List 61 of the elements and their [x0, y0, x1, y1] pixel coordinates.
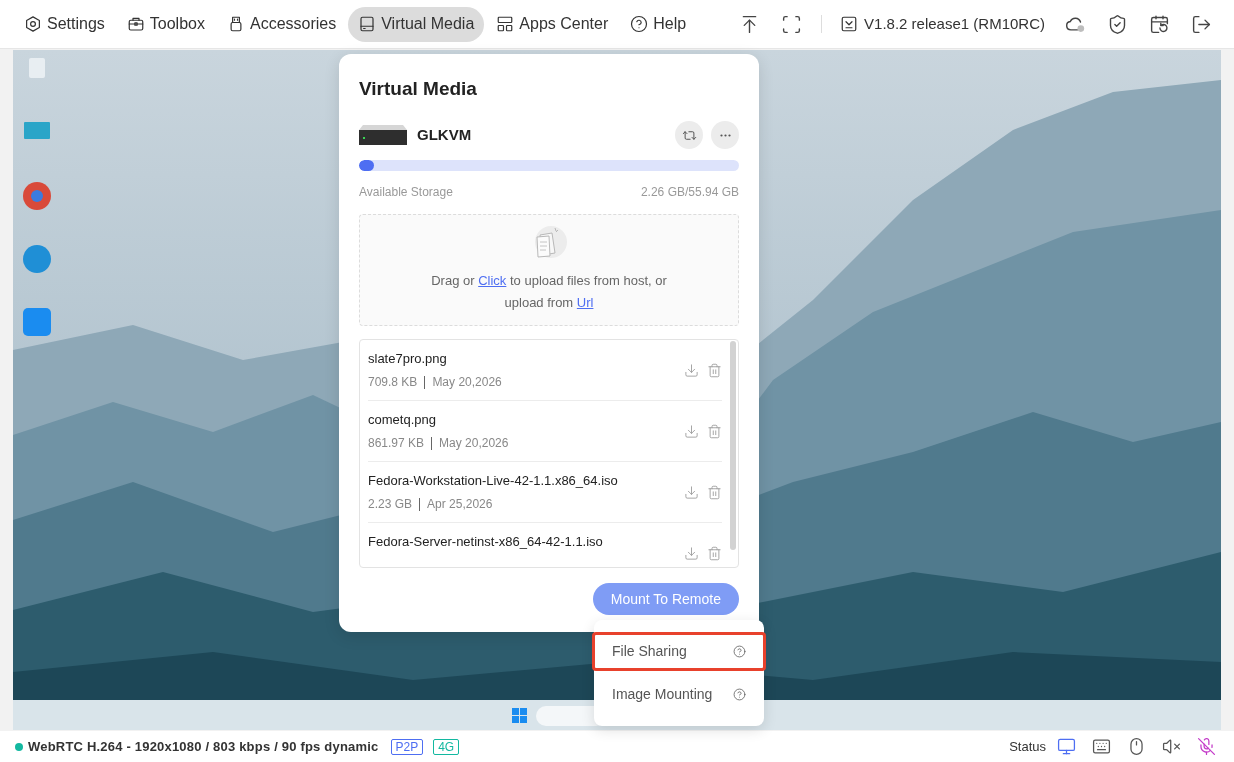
- fullscreen-icon[interactable]: [781, 13, 803, 35]
- speaker-muted-icon[interactable]: [1162, 737, 1181, 756]
- cloud-status-icon[interactable]: [1064, 14, 1086, 34]
- keyboard-icon[interactable]: [1092, 737, 1111, 756]
- connection-tag: 4G: [433, 738, 460, 755]
- file-date: May 20,2026: [439, 435, 509, 451]
- file-size: 861.97 KB: [368, 435, 425, 451]
- file-name: Fedora-Workstation-Live-42-1.1.x86_64.iso: [368, 472, 618, 490]
- drive-icon: [358, 15, 377, 33]
- monitor-icon[interactable]: [1057, 737, 1076, 756]
- logout-icon[interactable]: [1191, 13, 1212, 35]
- menu-item[interactable]: File Sharing: [592, 632, 766, 671]
- stream-info: WebRTC H.264 - 1920x1080 / 803 kbps / 90 fps dynamic: [28, 737, 379, 756]
- help-icon[interactable]: [733, 688, 746, 701]
- download-icon[interactable]: [684, 485, 699, 500]
- file-size: 709.8 KB: [368, 374, 418, 390]
- download-icon[interactable]: [684, 424, 699, 439]
- ellipsis-icon: [719, 133, 731, 137]
- text-link[interactable]: Click: [478, 273, 507, 288]
- delete-icon[interactable]: [707, 363, 722, 378]
- status-label: Status: [1009, 737, 1046, 756]
- delete-icon[interactable]: [707, 485, 722, 500]
- device-name: GLKVM: [417, 124, 472, 145]
- version-button[interactable]: V1.8.2 release1 (RM10RC): [840, 12, 1045, 36]
- upload-dropzone[interactable]: Drag or Click to upload files from host, or upload from Url: [359, 214, 739, 326]
- nav-tab[interactable]: Apps Center: [486, 6, 619, 42]
- nav-tab[interactable]: Toolbox: [116, 6, 215, 42]
- delete-icon[interactable]: [707, 546, 722, 561]
- menu-item[interactable]: Image Mounting: [592, 675, 766, 714]
- calendar-refresh-icon[interactable]: [1149, 13, 1170, 35]
- file-name: Fedora-Server-netinst-x86_64-42-1.1.iso: [368, 533, 603, 551]
- toolbox-icon: [126, 15, 145, 33]
- storage-reading: 2.26 GB/55.94 GB: [640, 184, 739, 200]
- file-date: Apr 25,2026: [427, 496, 493, 512]
- file-name: slate7pro.png: [368, 350, 448, 368]
- download-icon[interactable]: [684, 546, 699, 561]
- file-size: 2.23 GB: [368, 496, 413, 512]
- panel-title: Virtual Media: [359, 77, 478, 101]
- layout-grid-icon: [496, 15, 515, 33]
- nav-tab[interactable]: Settings: [14, 6, 115, 42]
- file-name: cometq.png: [368, 411, 437, 429]
- microphone-muted-icon[interactable]: [1197, 737, 1216, 756]
- scrollbar-thumb[interactable]: [730, 341, 736, 550]
- upload-instructions: Drag or Click to upload files from host, or upload from Url: [431, 272, 667, 312]
- shield-check-icon[interactable]: [1107, 13, 1128, 35]
- help-icon: [630, 15, 649, 33]
- file-date: May 20,2026: [432, 374, 502, 390]
- connection-tag: P2P: [390, 738, 424, 755]
- delete-icon[interactable]: [707, 424, 722, 439]
- text-link[interactable]: Url: [576, 295, 594, 310]
- help-icon[interactable]: [733, 645, 746, 658]
- mouse-icon[interactable]: [1127, 737, 1146, 756]
- nav-tab[interactable]: Virtual Media: [348, 6, 485, 42]
- nav-tab[interactable]: Accessories: [216, 6, 347, 42]
- download-box-icon: [840, 15, 859, 33]
- download-icon[interactable]: [684, 363, 699, 378]
- nav-tab[interactable]: Help: [620, 6, 697, 42]
- drive-icon: [359, 125, 407, 145]
- storage-label: Available Storage: [359, 184, 453, 200]
- settings-icon: [24, 15, 42, 33]
- sync-button[interactable]: [675, 121, 703, 149]
